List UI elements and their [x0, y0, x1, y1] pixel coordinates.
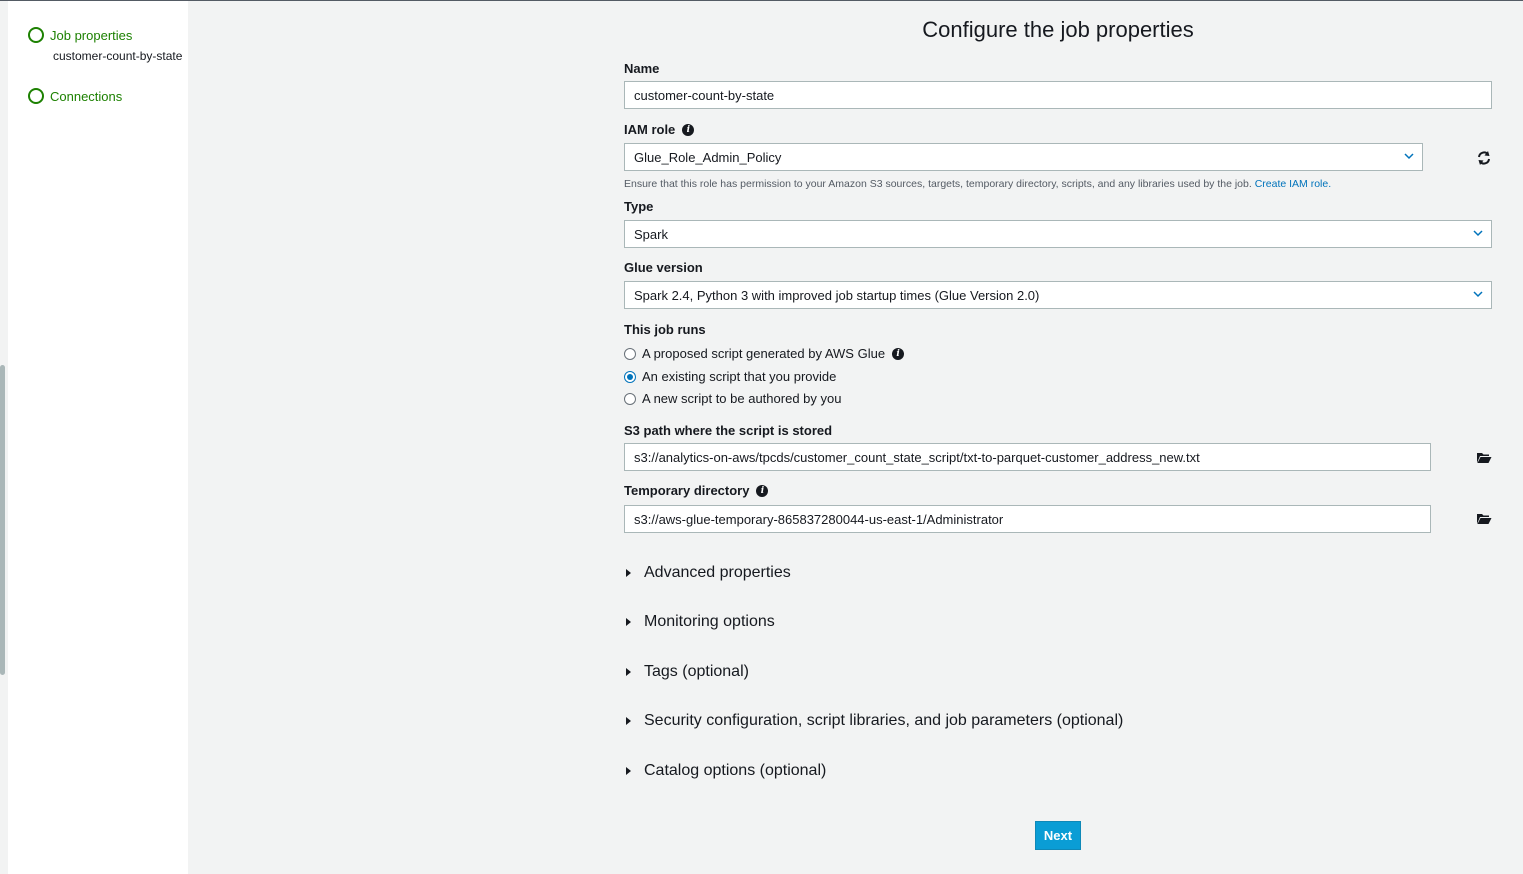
iam-role-label: IAM role i — [624, 122, 695, 137]
step-job-properties[interactable]: Job properties — [28, 27, 132, 43]
radio-new-script[interactable]: A new script to be authored by you — [624, 391, 841, 406]
name-label: Name — [624, 61, 660, 76]
glue-version-select[interactable]: Spark 2.4, Python 3 with improved job st… — [624, 281, 1492, 309]
radio-button[interactable] — [624, 392, 636, 405]
type-label: Type — [624, 199, 654, 214]
next-button[interactable]: Next — [1035, 821, 1081, 850]
section-label: Catalog options (optional) — [644, 762, 827, 779]
section-label: Tags (optional) — [644, 663, 749, 680]
info-icon[interactable]: i — [756, 484, 769, 497]
iam-role-value: Glue_Role_Admin_Policy — [634, 149, 782, 165]
temp-dir-input[interactable] — [634, 511, 1430, 527]
step-circle-icon — [28, 88, 44, 104]
step-job-name: customer-count-by-state — [53, 49, 183, 63]
step-circle-icon — [28, 27, 44, 43]
section-label: Monitoring options — [644, 613, 775, 630]
temp-dir-field[interactable] — [624, 505, 1431, 533]
caret-right-icon — [626, 618, 631, 626]
caret-right-icon — [626, 668, 631, 676]
sidebar: Job properties customer-count-by-state C… — [8, 1, 188, 874]
chevron-down-icon — [1473, 230, 1483, 237]
s3-path-label: S3 path where the script is stored — [624, 423, 833, 438]
radio-label: A proposed script generated by AWS Glue — [642, 346, 886, 361]
info-icon[interactable]: i — [892, 347, 905, 360]
type-value: Spark — [634, 226, 668, 242]
info-icon[interactable]: i — [682, 123, 695, 136]
job-runs-label: This job runs — [624, 322, 706, 337]
chevron-down-icon — [1404, 153, 1414, 160]
radio-proposed-script[interactable]: A proposed script generated by AWS Glue … — [624, 346, 905, 361]
section-advanced-properties[interactable]: Advanced properties — [626, 564, 791, 582]
temp-dir-label: Temporary directory i — [624, 483, 769, 498]
caret-right-icon — [626, 717, 631, 725]
step-label: Connections — [50, 88, 123, 104]
s3-path-input[interactable] — [634, 449, 1430, 465]
step-label: Job properties — [50, 27, 133, 43]
top-border — [0, 0, 1523, 1]
section-label: Security configuration, script libraries… — [644, 712, 1124, 729]
iam-role-select[interactable]: Glue_Role_Admin_Policy — [624, 143, 1423, 171]
name-input[interactable] — [634, 87, 1491, 103]
chevron-down-icon — [1473, 291, 1483, 298]
radio-label: A new script to be authored by you — [642, 391, 842, 406]
section-security-configuration[interactable]: Security configuration, script libraries… — [626, 712, 1123, 730]
type-select[interactable]: Spark — [624, 220, 1492, 248]
section-label: Advanced properties — [644, 564, 791, 581]
page-title: Configure the job properties — [922, 17, 1194, 42]
name-field[interactable] — [624, 81, 1492, 109]
glue-version-value: Spark 2.4, Python 3 with improved job st… — [634, 287, 1040, 303]
radio-button[interactable] — [624, 370, 636, 383]
section-monitoring-options[interactable]: Monitoring options — [626, 613, 775, 631]
s3-path-field[interactable] — [624, 443, 1431, 471]
section-tags[interactable]: Tags (optional) — [626, 663, 749, 681]
create-iam-role-link[interactable]: Create IAM role. — [1255, 178, 1331, 190]
section-catalog-options[interactable]: Catalog options (optional) — [626, 762, 826, 780]
radio-label: An existing script that you provide — [642, 369, 837, 384]
glue-version-label: Glue version — [624, 260, 703, 275]
folder-icon[interactable] — [1476, 511, 1492, 527]
radio-existing-script[interactable]: An existing script that you provide — [624, 369, 836, 384]
step-connections[interactable]: Connections — [28, 88, 122, 104]
iam-role-hint: Ensure that this role has permission to … — [624, 178, 1332, 190]
caret-right-icon — [626, 767, 631, 775]
scrollbar[interactable] — [0, 365, 5, 675]
refresh-icon[interactable] — [1476, 150, 1492, 166]
folder-icon[interactable] — [1476, 450, 1492, 466]
radio-button[interactable] — [624, 347, 636, 360]
caret-right-icon — [626, 569, 631, 577]
